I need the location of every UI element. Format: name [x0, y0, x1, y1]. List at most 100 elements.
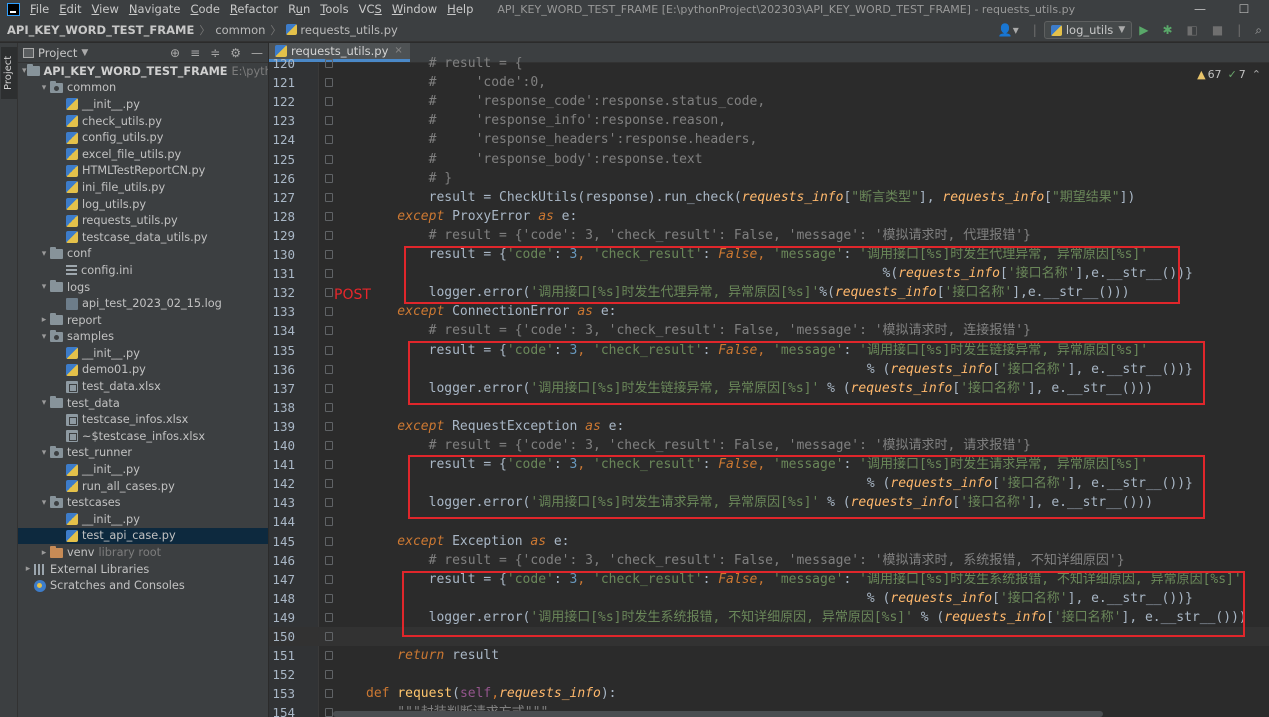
run-configuration-select[interactable]: log_utils ▼ [1043, 21, 1133, 39]
tree-item[interactable]: ~$testcase_infos.xlsx [18, 428, 268, 445]
fold-marker-icon[interactable] [325, 173, 333, 183]
code-line[interactable]: 129 # result = {'code': 3, 'check_result… [269, 226, 1269, 245]
fold-marker-icon[interactable] [325, 517, 333, 527]
tree-item[interactable]: excel_file_utils.py [18, 146, 268, 163]
chevron-down-icon[interactable]: ▾ [38, 83, 50, 93]
fold-marker-icon[interactable] [325, 632, 333, 641]
code-line[interactable]: 134 # result = {'code': 3, 'check_result… [269, 321, 1269, 340]
code-line[interactable]: 151 return result [269, 646, 1269, 665]
coverage-icon[interactable]: ◧ [1187, 23, 1198, 37]
chevron-down-icon[interactable]: ▾ [38, 498, 50, 508]
tree-item[interactable]: demo01.py [18, 362, 268, 379]
fold-marker-icon[interactable] [325, 421, 333, 431]
gear-icon[interactable]: ⚙ [230, 46, 241, 60]
fold-marker-icon[interactable] [325, 670, 333, 680]
tree-item[interactable]: ▾ conf [18, 246, 268, 263]
chevron-right-icon[interactable]: ▸ [22, 564, 34, 574]
fold-marker-icon[interactable] [325, 402, 333, 412]
fold-marker-icon[interactable] [325, 479, 333, 489]
project-panel-title[interactable]: Project [38, 46, 77, 60]
fold-marker-icon[interactable] [325, 593, 333, 603]
fold-marker-icon[interactable] [325, 364, 333, 374]
tree-item[interactable]: ▾ API_KEY_WORD_TEST_FRAMEE:\pythonPro [18, 63, 268, 80]
fold-marker-icon[interactable] [325, 498, 333, 508]
fold-marker-icon[interactable] [325, 708, 333, 717]
tree-item[interactable]: ▾ samples [18, 329, 268, 346]
project-tool-window-tab[interactable]: Project [1, 47, 17, 99]
tree-item[interactable]: config.ini [18, 262, 268, 279]
fold-marker-icon[interactable] [325, 441, 333, 450]
fold-marker-icon[interactable] [325, 536, 333, 546]
tree-item[interactable]: ▸ report [18, 312, 268, 329]
code-line[interactable]: 127 result = CheckUtils(response).run_ch… [269, 188, 1269, 207]
fold-marker-icon[interactable] [325, 689, 333, 699]
tree-item[interactable]: requests_utils.py [18, 212, 268, 229]
code-line[interactable]: 146 # result = {'code': 3, 'check_result… [269, 551, 1269, 570]
tree-item[interactable]: run_all_cases.py [18, 478, 268, 495]
tree-item[interactable]: ▾ test_runner [18, 445, 268, 462]
tree-item[interactable]: ▾ logs [18, 279, 268, 296]
tree-item[interactable]: log_utils.py [18, 196, 268, 213]
fold-marker-icon[interactable] [325, 230, 333, 240]
code-line[interactable]: 123 # 'response_info':response.reason, [269, 111, 1269, 130]
code-line[interactable]: 139 except RequestException as e: [269, 417, 1269, 436]
maximize-button[interactable]: ☐ [1222, 0, 1266, 18]
tree-item[interactable]: __init__.py [18, 96, 268, 113]
chevron-down-icon[interactable]: ▾ [38, 332, 50, 342]
tree-item[interactable]: ▾ common [18, 80, 268, 97]
breadcrumb-folder[interactable]: common [215, 23, 265, 37]
fold-marker-icon[interactable] [325, 651, 333, 661]
tree-item[interactable]: test_data.xlsx [18, 378, 268, 395]
chevron-down-icon[interactable]: ▾ [38, 448, 50, 458]
chevron-down-icon[interactable]: ▾ [38, 398, 50, 408]
fold-marker-icon[interactable] [325, 59, 333, 68]
fold-marker-icon[interactable] [325, 269, 333, 279]
tree-item[interactable]: test_api_case.py [18, 527, 268, 545]
fold-marker-icon[interactable] [325, 192, 333, 202]
person-icon[interactable]: 👤▾ [998, 23, 1019, 37]
code-line[interactable]: 153 def request(self,requests_info): [269, 684, 1269, 703]
menu-item[interactable]: VCS [359, 2, 382, 16]
tree-item[interactable]: ini_file_utils.py [18, 179, 268, 196]
minimize-button[interactable]: — [1178, 0, 1222, 18]
menu-item[interactable]: File [30, 2, 49, 16]
chevron-up-icon[interactable]: ⌃ [1252, 68, 1261, 81]
fold-marker-icon[interactable] [325, 116, 333, 126]
chevron-down-icon[interactable]: ▾ [38, 282, 50, 292]
code-line[interactable]: 128 except ProxyError as e: [269, 207, 1269, 226]
chevron-down-icon[interactable]: ▾ [38, 249, 50, 259]
code-line[interactable]: 126 # } [269, 169, 1269, 188]
chevron-right-icon[interactable]: ▸ [38, 315, 50, 325]
fold-marker-icon[interactable] [325, 574, 333, 584]
tree-item[interactable]: config_utils.py [18, 129, 268, 146]
menu-item[interactable]: Navigate [129, 2, 181, 16]
menu-item[interactable]: Window [392, 2, 437, 16]
menu-item[interactable]: Code [190, 2, 219, 16]
fold-marker-icon[interactable] [325, 250, 333, 259]
menu-item[interactable]: Run [288, 2, 310, 16]
menu-item[interactable]: Help [447, 2, 473, 16]
chevron-down-icon[interactable]: ▾ [22, 66, 27, 76]
code-line[interactable]: 122 # 'response_code':response.status_co… [269, 92, 1269, 111]
breadcrumb-project[interactable]: API_KEY_WORD_TEST_FRAME [0, 23, 194, 37]
breadcrumb-file[interactable]: requests_utils.py [300, 23, 397, 37]
menu-item[interactable]: Tools [320, 2, 348, 16]
menu-item[interactable]: View [92, 2, 119, 16]
fold-marker-icon[interactable] [325, 326, 333, 336]
tree-item[interactable]: ▸ External Libraries [18, 561, 268, 578]
fold-marker-icon[interactable] [325, 154, 333, 164]
code-line[interactable]: 121 # 'code':0, [269, 73, 1269, 92]
dropdown-arrow-icon[interactable]: ▼ [81, 48, 88, 58]
fold-marker-icon[interactable] [325, 383, 333, 393]
fold-marker-icon[interactable] [325, 135, 333, 145]
collapse-all-icon[interactable]: ≑ [210, 46, 220, 60]
hide-icon[interactable]: — [251, 46, 263, 60]
fold-marker-icon[interactable] [325, 97, 333, 107]
tree-item[interactable]: ▸ venv library root [18, 544, 268, 561]
tree-item[interactable]: __init__.py [18, 511, 268, 528]
horizontal-scrollbar[interactable] [333, 711, 1103, 717]
locate-icon[interactable]: ⊕ [170, 46, 180, 60]
fold-marker-icon[interactable] [325, 555, 333, 565]
fold-marker-icon[interactable] [325, 345, 333, 355]
chevron-right-icon[interactable]: ▸ [38, 548, 50, 558]
